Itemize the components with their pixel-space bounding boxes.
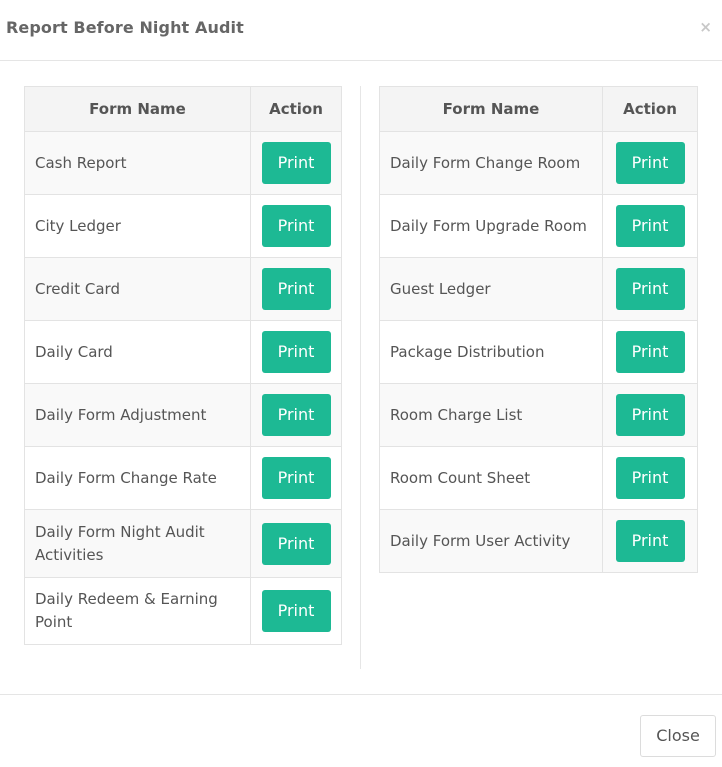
form-name: Daily Form User Activity bbox=[379, 509, 603, 573]
table-row: Daily Card Print bbox=[24, 320, 342, 384]
form-name: City Ledger bbox=[24, 194, 251, 258]
form-name: Guest Ledger bbox=[379, 257, 603, 321]
print-button[interactable]: Print bbox=[615, 268, 685, 310]
form-name: Room Count Sheet bbox=[379, 446, 603, 510]
print-button[interactable]: Print bbox=[615, 142, 685, 184]
column-header-form-name: Form Name bbox=[24, 86, 251, 132]
close-button[interactable]: Close bbox=[640, 715, 716, 757]
table-row: Daily Form Change Rate Print bbox=[24, 446, 342, 510]
table-row: Daily Form Adjustment Print bbox=[24, 383, 342, 447]
table-row: Room Count Sheet Print bbox=[379, 446, 698, 510]
print-button[interactable]: Print bbox=[261, 457, 331, 499]
table-row: Daily Form Upgrade Room Print bbox=[379, 194, 698, 258]
print-button[interactable]: Print bbox=[615, 457, 685, 499]
form-name: Daily Form Night Audit Activities bbox=[24, 509, 251, 578]
table-row: Credit Card Print bbox=[24, 257, 342, 321]
print-button[interactable]: Print bbox=[615, 205, 685, 247]
form-name: Daily Card bbox=[24, 320, 251, 384]
modal-title: Report Before Night Audit bbox=[6, 18, 244, 37]
form-name: Credit Card bbox=[24, 257, 251, 321]
form-name: Daily Form Adjustment bbox=[24, 383, 251, 447]
form-name: Daily Form Change Room bbox=[379, 131, 603, 195]
modal-header: Report Before Night Audit × bbox=[0, 0, 722, 61]
print-button[interactable]: Print bbox=[615, 520, 685, 562]
column-header-form-name: Form Name bbox=[379, 86, 603, 132]
forms-table-right: Form Name Action Daily Form Change Room … bbox=[379, 86, 698, 573]
form-name: Daily Form Change Rate bbox=[24, 446, 251, 510]
table-row: City Ledger Print bbox=[24, 194, 342, 258]
table-row: Daily Form User Activity Print bbox=[379, 509, 698, 573]
print-button[interactable]: Print bbox=[615, 331, 685, 373]
modal-footer: Close bbox=[0, 694, 722, 767]
print-button[interactable]: Print bbox=[261, 522, 331, 565]
form-name: Cash Report bbox=[24, 131, 251, 195]
form-name: Package Distribution bbox=[379, 320, 603, 384]
table-row: Guest Ledger Print bbox=[379, 257, 698, 321]
column-divider bbox=[360, 86, 361, 669]
form-name: Room Charge List bbox=[379, 383, 603, 447]
table-row: Room Charge List Print bbox=[379, 383, 698, 447]
print-button[interactable]: Print bbox=[615, 394, 685, 436]
form-name: Daily Redeem & Earning Point bbox=[24, 577, 251, 645]
column-header-action: Action bbox=[602, 86, 698, 132]
forms-table-left: Form Name Action Cash Report Print City … bbox=[24, 86, 342, 645]
print-button[interactable]: Print bbox=[261, 142, 331, 184]
table-row: Daily Form Night Audit Activities Print bbox=[24, 509, 342, 578]
print-button[interactable]: Print bbox=[261, 590, 331, 632]
close-icon[interactable]: × bbox=[699, 18, 712, 36]
print-button[interactable]: Print bbox=[261, 205, 331, 247]
column-header-action: Action bbox=[250, 86, 342, 132]
form-name: Daily Form Upgrade Room bbox=[379, 194, 603, 258]
print-button[interactable]: Print bbox=[261, 268, 331, 310]
table-row: Cash Report Print bbox=[24, 131, 342, 195]
print-button[interactable]: Print bbox=[261, 331, 331, 373]
table-row: Package Distribution Print bbox=[379, 320, 698, 384]
table-row: Daily Redeem & Earning Point Print bbox=[24, 577, 342, 645]
print-button[interactable]: Print bbox=[261, 394, 331, 436]
table-row: Daily Form Change Room Print bbox=[379, 131, 698, 195]
